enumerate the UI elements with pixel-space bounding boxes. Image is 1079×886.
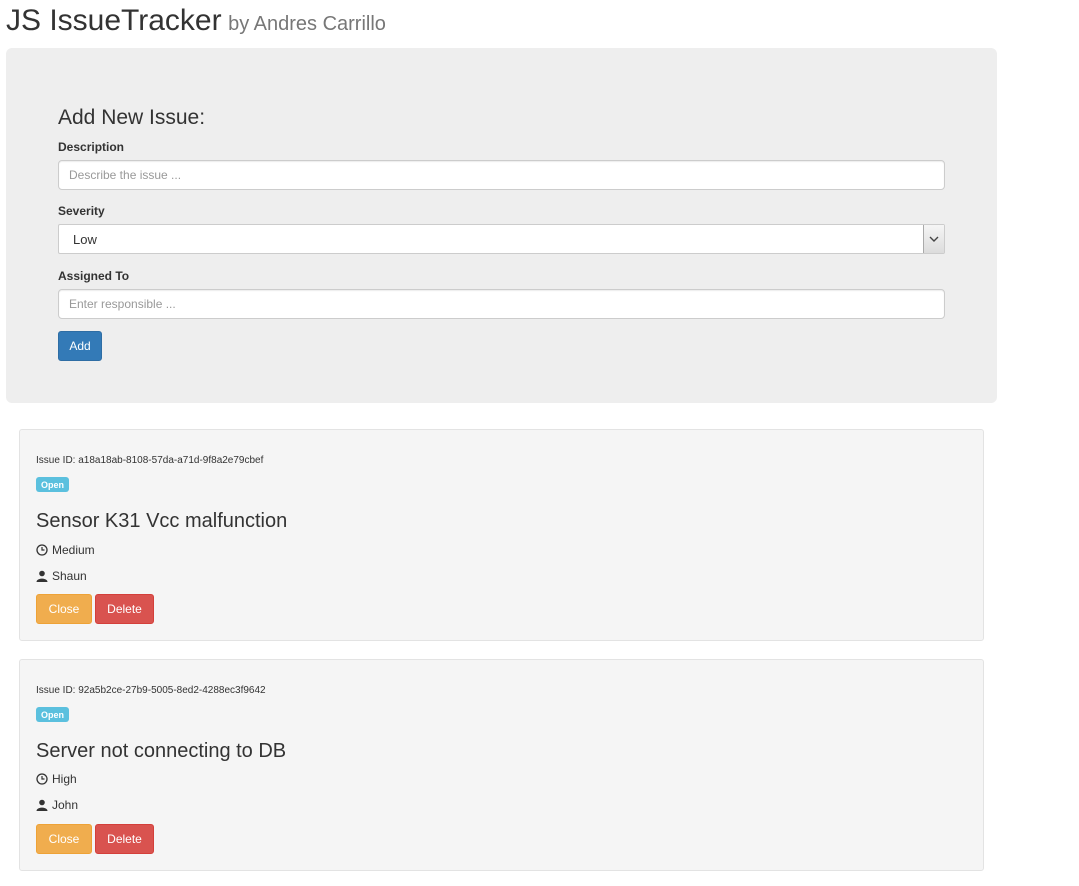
severity-select[interactable]: Low xyxy=(58,224,945,254)
issue-severity: Medium xyxy=(36,543,95,557)
form-heading: Add New Issue: xyxy=(58,106,206,129)
page-header: JS IssueTracker by Andres Carrillo xyxy=(6,4,386,38)
issue-id: Issue ID: 92a5b2ce-27b9-5005-8ed2-4288ec… xyxy=(36,685,266,696)
status-badge: Open xyxy=(36,477,70,492)
issue-assignee: Shaun xyxy=(36,569,87,583)
severity-select-value: Low xyxy=(73,232,97,247)
issue-assignee: John xyxy=(36,798,78,812)
delete-button[interactable]: Delete xyxy=(95,594,154,624)
add-button[interactable]: Add xyxy=(58,331,102,361)
close-button[interactable]: Close xyxy=(36,594,92,624)
severity-text: High xyxy=(52,772,77,786)
close-button[interactable]: Close xyxy=(36,824,92,854)
clock-icon xyxy=(36,544,48,556)
severity-label: Severity xyxy=(58,204,105,218)
description-input[interactable] xyxy=(58,160,945,190)
description-label: Description xyxy=(58,140,125,154)
issue-description: Sensor K31 Vcc malfunction xyxy=(36,510,288,532)
issue-card: Issue ID: a18a18ab-8108-57da-a71d-9f8a2e… xyxy=(19,429,984,641)
user-icon xyxy=(36,799,48,811)
issue-description: Server not connecting to DB xyxy=(36,740,287,762)
issue-severity: High xyxy=(36,772,77,786)
delete-button[interactable]: Delete xyxy=(95,824,154,854)
severity-text: Medium xyxy=(52,543,95,557)
chevron-down-icon[interactable] xyxy=(923,225,944,253)
user-icon xyxy=(36,570,48,582)
assigned-to-label: Assigned To xyxy=(58,269,130,283)
assignee-text: Shaun xyxy=(52,569,87,583)
author-byline: by Andres Carrillo xyxy=(228,13,386,35)
issue-id: Issue ID: a18a18ab-8108-57da-a71d-9f8a2e… xyxy=(36,455,264,466)
assigned-to-input[interactable] xyxy=(58,289,945,319)
issue-card: Issue ID: 92a5b2ce-27b9-5005-8ed2-4288ec… xyxy=(19,659,984,871)
add-issue-panel: Add New Issue: Description Severity Low … xyxy=(6,48,997,403)
status-badge: Open xyxy=(36,707,70,722)
assignee-text: John xyxy=(52,798,79,812)
app-title: JS IssueTracker xyxy=(6,4,222,37)
clock-icon xyxy=(36,773,48,785)
